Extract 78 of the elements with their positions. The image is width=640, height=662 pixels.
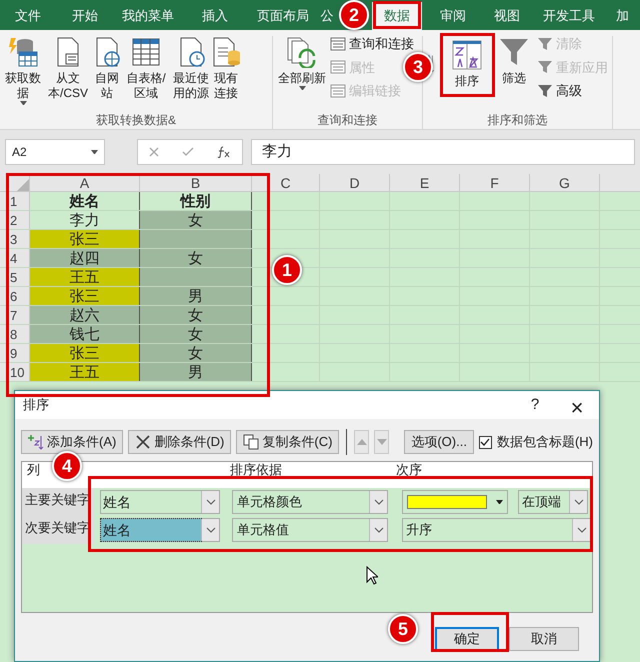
row-header[interactable]: 10 <box>0 363 30 381</box>
table-cell: 女 <box>140 344 252 362</box>
column-heading: 次序 <box>395 462 422 477</box>
row-header[interactable]: 7 <box>0 306 30 324</box>
table-cell: 女 <box>140 249 252 267</box>
table-cell: 女 <box>140 306 252 324</box>
table-cell: 张三 <box>30 230 140 248</box>
table-cell: 王五 <box>30 363 140 381</box>
table-cell: 王五 <box>30 268 140 286</box>
cancel-button[interactable]: 取消 <box>509 627 579 651</box>
column-heading: 列 <box>27 462 40 477</box>
ribbon-small-button[interactable]: 高级 <box>537 81 582 100</box>
help-button[interactable]: ? <box>515 391 555 419</box>
column-header[interactable]: B <box>140 174 252 191</box>
table-cell: 钱七 <box>30 325 140 343</box>
ribbon-tab[interactable]: 公 <box>318 2 336 30</box>
column-dropdown[interactable]: 姓名 <box>100 518 220 542</box>
column-heading: 排序依据 <box>230 462 282 477</box>
order-dropdown[interactable]: 升序 <box>402 518 591 542</box>
row-header[interactable]: 1 <box>0 192 30 210</box>
row-header[interactable]: 2 <box>0 211 30 229</box>
copy-level-button[interactable]: 复制条件(C) <box>236 430 340 454</box>
table-cell: 张三 <box>30 344 140 362</box>
ribbon-tab[interactable]: 文件 <box>0 2 56 30</box>
ribbon-tab[interactable]: 我的菜单 <box>114 2 182 30</box>
sort-on-dropdown[interactable]: 单元格颜色 <box>232 490 388 514</box>
delete-level-button[interactable]: 删除条件(D) <box>128 430 232 454</box>
ribbon-button[interactable]: 自表格/区域 <box>123 36 169 101</box>
ribbon-button[interactable]: 筛选 <box>494 36 534 86</box>
ribbon-button[interactable]: 自网站 <box>94 36 120 101</box>
row-header[interactable]: 3 <box>0 230 30 248</box>
close-button[interactable]: × <box>555 391 599 419</box>
ribbon-button[interactable]: 从文本/CSV <box>45 36 91 101</box>
column-header[interactable]: F <box>460 174 530 191</box>
ribbon-tab[interactable]: 开发工具 <box>530 2 608 30</box>
ribbon-small-button[interactable]: 查询和连接 <box>330 34 414 54</box>
ribbon-tab[interactable]: 视图 <box>484 2 530 30</box>
ribbon-button[interactable]: 获取数据 <box>4 36 42 105</box>
add-level-button[interactable]: 添加条件(A) <box>21 430 124 454</box>
table-cell: 张三 <box>30 287 140 305</box>
ribbon-tab[interactable]: 插入 <box>182 2 248 30</box>
ribbon-button[interactable]: 现有连接 <box>213 36 239 101</box>
table-cell: 男 <box>140 287 252 305</box>
options-button[interactable]: 选项(O)... <box>404 430 474 454</box>
group-label: 排序和筛选 <box>486 112 548 129</box>
row-header[interactable]: 9 <box>0 344 30 362</box>
ribbon-tab[interactable]: 审阅 <box>422 2 484 30</box>
ribbon-button[interactable]: 最近使用的源 <box>172 36 210 101</box>
column-header[interactable]: E <box>390 174 460 191</box>
table-cell: 女 <box>140 211 252 229</box>
table-cell: 男 <box>140 363 252 381</box>
ribbon-button[interactable]: 全部刷新 <box>277 36 327 90</box>
column-header[interactable]: C <box>252 174 320 191</box>
step-badge: 1 <box>272 255 302 285</box>
ribbon-tab[interactable]: 开始 <box>56 2 114 30</box>
group-label: 查询和连接 <box>316 112 378 129</box>
ribbon-tab[interactable]: 页面布局 <box>248 2 318 30</box>
table-cell: 赵四 <box>30 249 140 267</box>
formula-input[interactable]: 李力 <box>251 139 635 165</box>
ribbon-button[interactable]: 排序 <box>443 36 491 92</box>
table-cell: 赵六 <box>30 306 140 324</box>
table-cell: 女 <box>140 325 252 343</box>
header-checkbox[interactable]: 数据包含标题(H) <box>478 432 593 452</box>
column-dropdown[interactable]: 姓名 <box>100 490 220 514</box>
ok-button[interactable]: 确定 <box>435 627 499 651</box>
column-header[interactable]: G <box>530 174 600 191</box>
position-dropdown[interactable]: 在顶端 <box>518 490 588 514</box>
ribbon-tab[interactable]: 加 <box>608 2 640 30</box>
dialog-title: 排序 <box>23 396 49 414</box>
group-label: 获取转换数据& <box>94 112 177 129</box>
column-header[interactable]: D <box>320 174 390 191</box>
row-header[interactable]: 8 <box>0 325 30 343</box>
row-header[interactable]: 6 <box>0 287 30 305</box>
sort-on-dropdown[interactable]: 单元格值 <box>232 518 388 542</box>
row-header[interactable]: 4 <box>0 249 30 267</box>
name-box[interactable]: A2 <box>5 139 105 165</box>
row-header[interactable]: 5 <box>0 268 30 286</box>
column-header[interactable]: A <box>30 174 140 191</box>
